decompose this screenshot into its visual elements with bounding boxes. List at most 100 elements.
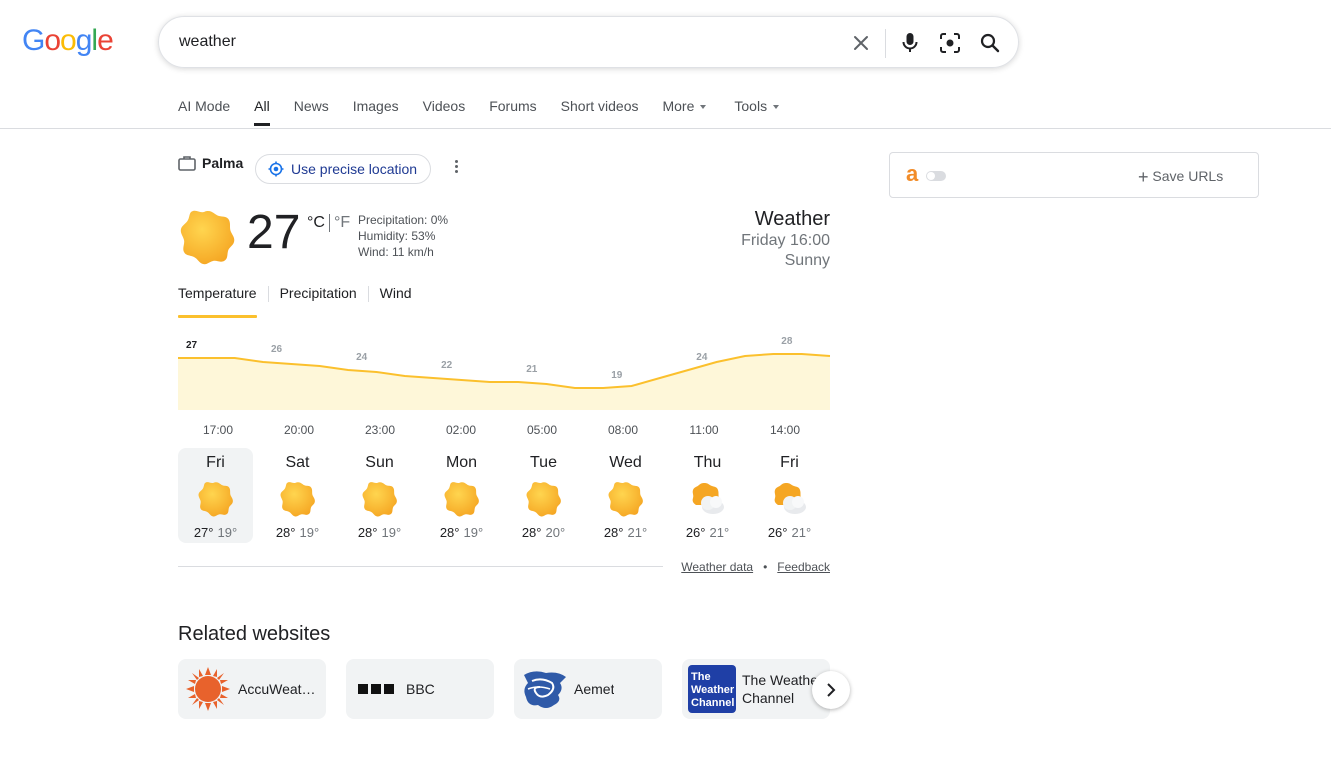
low-temp: 21° <box>709 525 730 540</box>
day-temps: 28° 19° <box>424 525 499 540</box>
search-divider <box>885 29 886 58</box>
tab-forums[interactable]: Forums <box>489 98 536 128</box>
search-icon[interactable] <box>977 30 1003 56</box>
day-temps: 28° 20° <box>506 525 581 540</box>
extension-toggle[interactable] <box>926 171 946 181</box>
high-temp: 28° <box>357 525 378 540</box>
tab-all[interactable]: All <box>254 98 270 128</box>
site-card-weather-channel[interactable]: The Weather Channel The Weather Channel <box>682 659 830 719</box>
low-temp: 21° <box>791 525 812 540</box>
search-tabs: AI Mode All News Images Videos Forums Sh… <box>178 98 803 128</box>
site-name: AccuWeat… <box>238 681 316 697</box>
tab-precipitation[interactable]: Precipitation <box>280 285 357 310</box>
tab-ai-mode[interactable]: AI Mode <box>178 98 230 128</box>
svg-text:The: The <box>691 671 711 683</box>
forecast-day[interactable]: Mon 28° 19° <box>424 448 499 543</box>
temperature-value-label: 21 <box>526 364 538 375</box>
temperature-value-label: 24 <box>356 352 368 363</box>
site-card-accuweather[interactable]: AccuWeat… <box>178 659 326 719</box>
partly-cloudy-icon <box>772 481 808 517</box>
weather-title: Weather <box>754 208 830 230</box>
lens-icon[interactable] <box>937 30 963 56</box>
tab-temperature[interactable]: Temperature <box>178 285 257 318</box>
day-name: Thu <box>693 454 722 471</box>
unit-celsius[interactable]: °C <box>307 214 325 231</box>
sun-icon <box>608 481 644 517</box>
search-input[interactable]: weather <box>179 33 236 51</box>
temperature-value-label: 22 <box>441 360 453 371</box>
google-logo[interactable]: Google <box>22 24 114 58</box>
weather-data-link[interactable]: Weather data <box>681 560 753 574</box>
low-temp: 19° <box>217 525 238 540</box>
tab-more[interactable]: More <box>662 98 707 128</box>
day-name: Tue <box>530 454 557 471</box>
hour-tick-label: 17:00 <box>202 423 234 437</box>
low-temp: 21° <box>627 525 648 540</box>
sun-icon <box>180 209 236 270</box>
clear-icon[interactable] <box>848 30 874 56</box>
extension-logo: a <box>906 161 919 186</box>
weather-channel-logo: The Weather Channel <box>688 665 736 713</box>
tab-videos[interactable]: Videos <box>423 98 466 128</box>
forecast-day[interactable]: Sat 28° 19° <box>260 448 335 543</box>
day-name: Fri <box>206 454 225 471</box>
use-precise-location-button[interactable]: Use precise location <box>255 154 431 184</box>
site-card-aemet[interactable]: Aemet <box>514 659 662 719</box>
header-divider <box>0 128 1331 129</box>
tab-tools[interactable]: Tools <box>734 98 780 128</box>
high-temp: 28° <box>521 525 542 540</box>
svg-text:Weather: Weather <box>691 684 735 696</box>
day-temps: 28° 19° <box>342 525 417 540</box>
temperature-value-label: 24 <box>696 352 708 363</box>
svg-text:Channel: Channel <box>691 697 734 709</box>
tab-images[interactable]: Images <box>353 98 399 128</box>
bbc-logo <box>352 665 400 713</box>
tab-short-videos[interactable]: Short videos <box>561 98 639 128</box>
day-temps: 28° 21° <box>588 525 663 540</box>
microphone-icon[interactable] <box>897 30 923 56</box>
sun-icon <box>444 481 480 517</box>
location-row: Palma <box>178 155 243 171</box>
tab-news[interactable]: News <box>294 98 329 128</box>
temperature-value-label: 19 <box>611 370 623 381</box>
precise-location-label: Use precise location <box>291 161 418 177</box>
unit-fahrenheit[interactable]: °F <box>334 214 350 231</box>
forecast-day[interactable]: Tue 28° 20° <box>506 448 581 543</box>
high-temp: 26° <box>767 525 788 540</box>
low-temp: 19° <box>299 525 320 540</box>
wind-text: Wind: 11 km/h <box>358 245 434 259</box>
sun-icon <box>526 481 562 517</box>
feedback-link[interactable]: Feedback <box>777 560 830 574</box>
tab-wind[interactable]: Wind <box>380 285 412 310</box>
chevron-right-icon <box>827 683 836 697</box>
site-card-bbc[interactable]: BBC <box>346 659 494 719</box>
site-name: Aemet <box>574 681 615 697</box>
hour-tick-label: 08:00 <box>607 423 639 437</box>
footer-divider <box>178 566 663 567</box>
day-name: Mon <box>445 454 478 471</box>
temperature-value-label: 28 <box>781 336 793 347</box>
plus-icon: + <box>1138 167 1149 187</box>
high-temp: 26° <box>685 525 706 540</box>
extension-panel: a + Save URLs <box>889 152 1259 198</box>
hour-tick-label: 05:00 <box>526 423 558 437</box>
weather-tabs: Temperature Precipitation Wind <box>178 285 412 318</box>
forecast-day[interactable]: Thu 26° 21° <box>670 448 745 543</box>
forecast-day[interactable]: Fri 26° 21° <box>752 448 827 543</box>
forecast-day[interactable]: Fri 27° 19° <box>178 448 253 543</box>
save-urls-button[interactable]: + Save URLs <box>1138 167 1223 188</box>
forecast-day[interactable]: Wed 28° 21° <box>588 448 663 543</box>
low-temp: 20° <box>545 525 566 540</box>
more-options-icon[interactable] <box>450 158 462 178</box>
high-temp: 28° <box>439 525 460 540</box>
temperature-value-label: 26 <box>271 344 283 355</box>
search-box[interactable]: weather <box>158 16 1019 68</box>
caret-down-icon <box>773 105 780 110</box>
weather-header: Weather Friday 16:00 Sunny <box>741 208 830 271</box>
carousel-next-button[interactable] <box>812 671 850 709</box>
related-websites-title: Related websites <box>178 623 331 645</box>
caret-down-icon <box>700 105 707 110</box>
current-temperature: 27 <box>247 206 301 259</box>
day-name: Sun <box>365 454 394 471</box>
forecast-day[interactable]: Sun 28° 19° <box>342 448 417 543</box>
